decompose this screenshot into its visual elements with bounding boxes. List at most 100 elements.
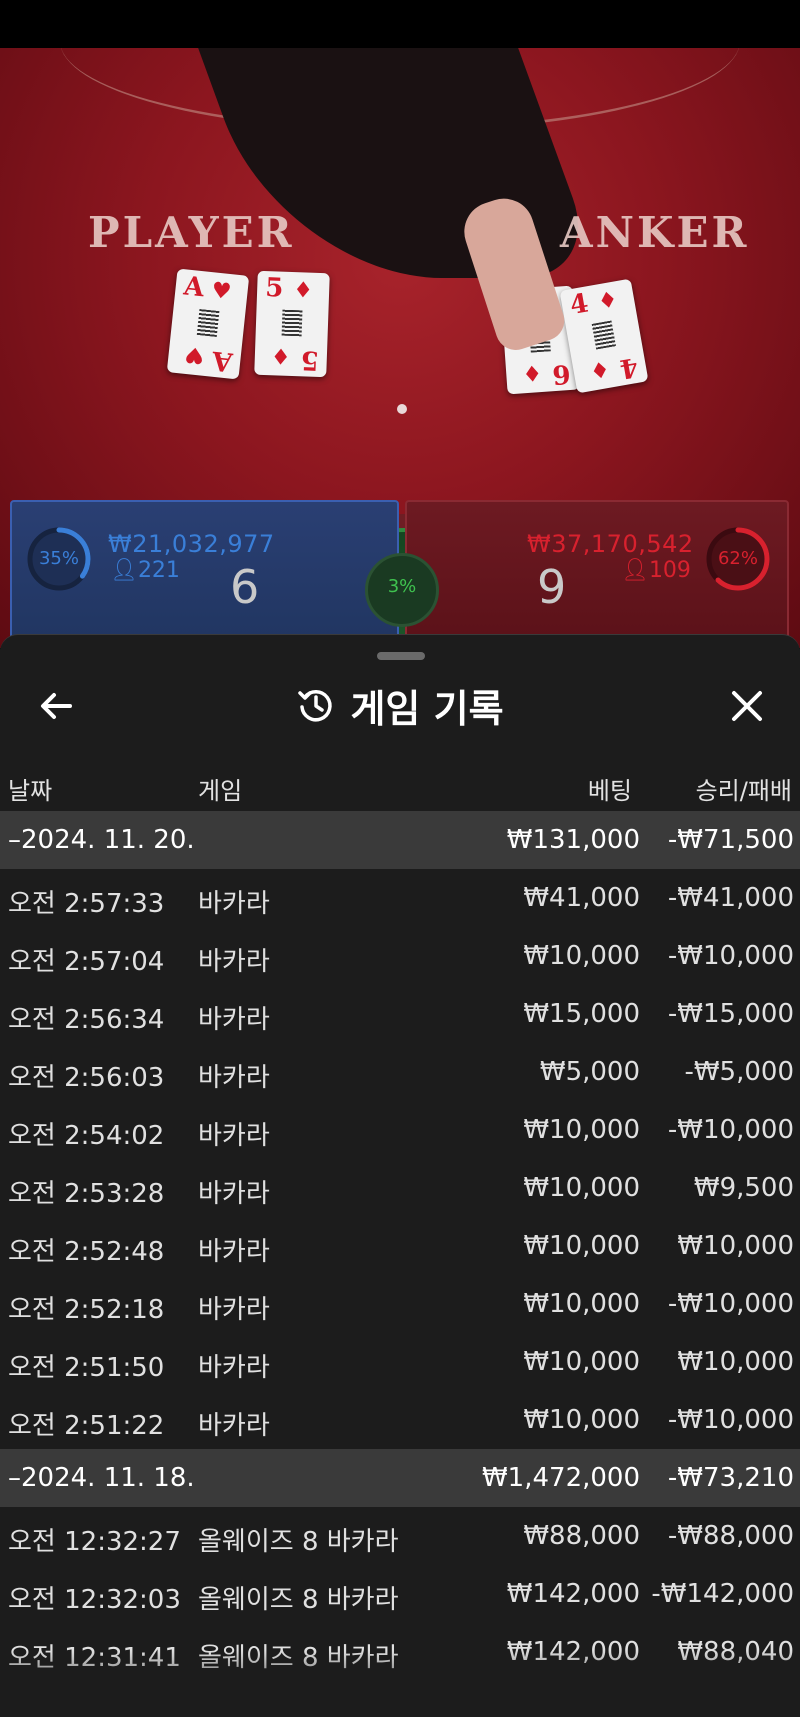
banker-percent: 62% [717, 548, 758, 569]
row-time: 오전 2:56:03 [8, 1063, 165, 1093]
row-time: 오전 2:54:02 [8, 1121, 165, 1151]
row-game: 바카라 [198, 1121, 270, 1151]
row-win-loss: -₩15,000 [667, 999, 794, 1029]
row-bet: ₩88,000 [523, 1521, 640, 1551]
row-win-loss: -₩5,000 [684, 1057, 794, 1087]
history-icon [298, 689, 333, 722]
row-win-loss: -₩10,000 [667, 1405, 794, 1435]
close-button[interactable] [722, 681, 772, 731]
tie-percent: 3% [387, 576, 417, 597]
history-row[interactable]: 오전 2:56:03 바카라 ₩5,000 -₩5,000 [0, 1043, 800, 1101]
history-row[interactable]: 오전 2:51:50 바카라 ₩10,000 ₩10,000 [0, 1333, 800, 1391]
player-count: 👤︎221 [110, 558, 180, 583]
row-game: 올웨이즈 8 바카라 [198, 1585, 399, 1615]
banker-count: 👤︎109 [621, 558, 691, 583]
status-bar [0, 0, 800, 48]
player-card-2: 5 ♦ 5 ♦ [254, 270, 330, 378]
player-table-label: PLAYER [88, 208, 295, 257]
player-card-1: A ♥ A ♥ [166, 268, 250, 380]
player-bet-area[interactable]: 35% ₩21,032,977 👤︎221 6 [10, 500, 399, 654]
sheet-title: 게임 기록 [350, 686, 504, 731]
history-row[interactable]: 오전 2:54:02 바카라 ₩10,000 -₩10,000 [0, 1101, 800, 1159]
row-bet: ₩142,000 [506, 1637, 640, 1667]
sheet-header: 게임 기록 [0, 675, 800, 755]
sheet-title-group: 게임 기록 [0, 675, 800, 735]
date-group-header[interactable]: –2024. 11. 20. ₩131,000 -₩71,500 [0, 811, 800, 869]
history-row[interactable]: 오전 12:32:03 올웨이즈 8 바카라 ₩142,000 -₩142,000 [0, 1565, 800, 1623]
history-row[interactable]: 오전 12:32:27 올웨이즈 8 바카라 ₩88,000 -₩88,000 [0, 1507, 800, 1565]
column-game: 게임 [198, 777, 243, 805]
row-bet: ₩10,000 [523, 1405, 640, 1435]
row-time: 오전 2:51:50 [8, 1353, 165, 1383]
history-row[interactable]: 오전 2:51:22 바카라 ₩10,000 -₩10,000 [0, 1391, 800, 1449]
row-time: 오전 2:51:22 [8, 1411, 165, 1441]
row-bet: ₩10,000 [523, 1289, 640, 1319]
row-win-loss: ₩10,000 [677, 1231, 794, 1261]
group-date: –2024. 11. 18. [8, 1463, 195, 1493]
group-date: –2024. 11. 20. [8, 825, 195, 855]
row-time: 오전 12:31:41 [8, 1643, 181, 1673]
row-time: 오전 2:53:28 [8, 1179, 165, 1209]
group-win-loss-total: -₩71,500 [667, 825, 794, 855]
group-bet-total: ₩131,000 [506, 825, 640, 855]
row-time: 오전 2:52:18 [8, 1295, 165, 1325]
history-row[interactable]: 오전 2:52:18 바카라 ₩10,000 -₩10,000 [0, 1275, 800, 1333]
group-bet-total: ₩1,472,000 [481, 1463, 640, 1493]
person-icon: 👤︎ [110, 558, 138, 583]
banker-total-amount: ₩37,170,542 [527, 530, 694, 558]
row-bet: ₩15,000 [523, 999, 640, 1029]
row-game: 바카라 [198, 1063, 270, 1093]
history-row[interactable]: 오전 2:53:28 바카라 ₩10,000 ₩9,500 [0, 1159, 800, 1217]
row-game: 바카라 [198, 1005, 270, 1035]
history-row[interactable]: 오전 2:56:34 바카라 ₩15,000 -₩15,000 [0, 985, 800, 1043]
row-win-loss: -₩10,000 [667, 1289, 794, 1319]
row-win-loss: -₩142,000 [651, 1579, 794, 1609]
history-row[interactable]: 오전 2:57:33 바카라 ₩41,000 -₩41,000 [0, 869, 800, 927]
table-marker-dot [397, 404, 407, 414]
history-row[interactable]: 오전 12:31:41 올웨이즈 8 바카라 ₩142,000 ₩88,040 [0, 1623, 800, 1681]
banker-score: 9 [537, 560, 567, 614]
row-time: 오전 2:57:04 [8, 947, 165, 977]
row-game: 바카라 [198, 947, 270, 977]
game-history-sheet: 게임 기록 날짜 게임 베팅 승리/패배 –2024. 11. 20. ₩131,… [0, 634, 800, 1717]
row-bet: ₩10,000 [523, 941, 640, 971]
row-game: 바카라 [198, 1237, 270, 1267]
history-row[interactable]: 오전 2:57:04 바카라 ₩10,000 -₩10,000 [0, 927, 800, 985]
column-date: 날짜 [8, 777, 53, 805]
row-win-loss: ₩88,040 [677, 1637, 794, 1667]
row-bet: ₩5,000 [539, 1057, 640, 1087]
player-total-amount: ₩21,032,977 [108, 530, 275, 558]
player-score: 6 [230, 560, 260, 614]
row-game: 바카라 [198, 1295, 270, 1325]
row-time: 오전 2:57:33 [8, 889, 165, 919]
row-bet: ₩10,000 [523, 1231, 640, 1261]
column-bet: 베팅 [587, 777, 632, 805]
sheet-drag-handle[interactable] [377, 652, 425, 660]
row-win-loss: -₩10,000 [667, 941, 794, 971]
column-headers: 날짜 게임 베팅 승리/패배 [0, 763, 800, 809]
row-bet: ₩10,000 [523, 1173, 640, 1203]
row-game: 올웨이즈 8 바카라 [198, 1527, 399, 1557]
row-win-loss: -₩10,000 [667, 1115, 794, 1145]
row-time: 오전 12:32:27 [8, 1527, 181, 1557]
row-bet: ₩10,000 [523, 1115, 640, 1145]
banker-bet-area[interactable]: 62% ₩37,170,542 👤︎109 9 [405, 500, 789, 654]
row-win-loss: -₩41,000 [667, 883, 794, 913]
group-win-loss-total: -₩73,210 [667, 1463, 794, 1493]
row-game: 바카라 [198, 1179, 270, 1209]
row-win-loss: ₩10,000 [677, 1347, 794, 1377]
history-row[interactable]: 오전 2:52:48 바카라 ₩10,000 ₩10,000 [0, 1217, 800, 1275]
date-group-header[interactable]: –2024. 11. 18. ₩1,472,000 -₩73,210 [0, 1449, 800, 1507]
row-win-loss: ₩9,500 [693, 1173, 794, 1203]
person-icon: 👤︎ [621, 558, 649, 583]
row-time: 오전 2:56:34 [8, 1005, 165, 1035]
row-time: 오전 2:52:48 [8, 1237, 165, 1267]
row-bet: ₩41,000 [523, 883, 640, 913]
row-game: 바카라 [198, 889, 270, 919]
row-win-loss: -₩88,000 [667, 1521, 794, 1551]
history-list[interactable]: –2024. 11. 20. ₩131,000 -₩71,500 오전 2:57:33… [0, 811, 800, 1681]
close-icon [732, 691, 762, 721]
row-game: 올웨이즈 8 바카라 [198, 1643, 399, 1673]
row-bet: ₩10,000 [523, 1347, 640, 1377]
player-percent: 35% [38, 548, 79, 569]
